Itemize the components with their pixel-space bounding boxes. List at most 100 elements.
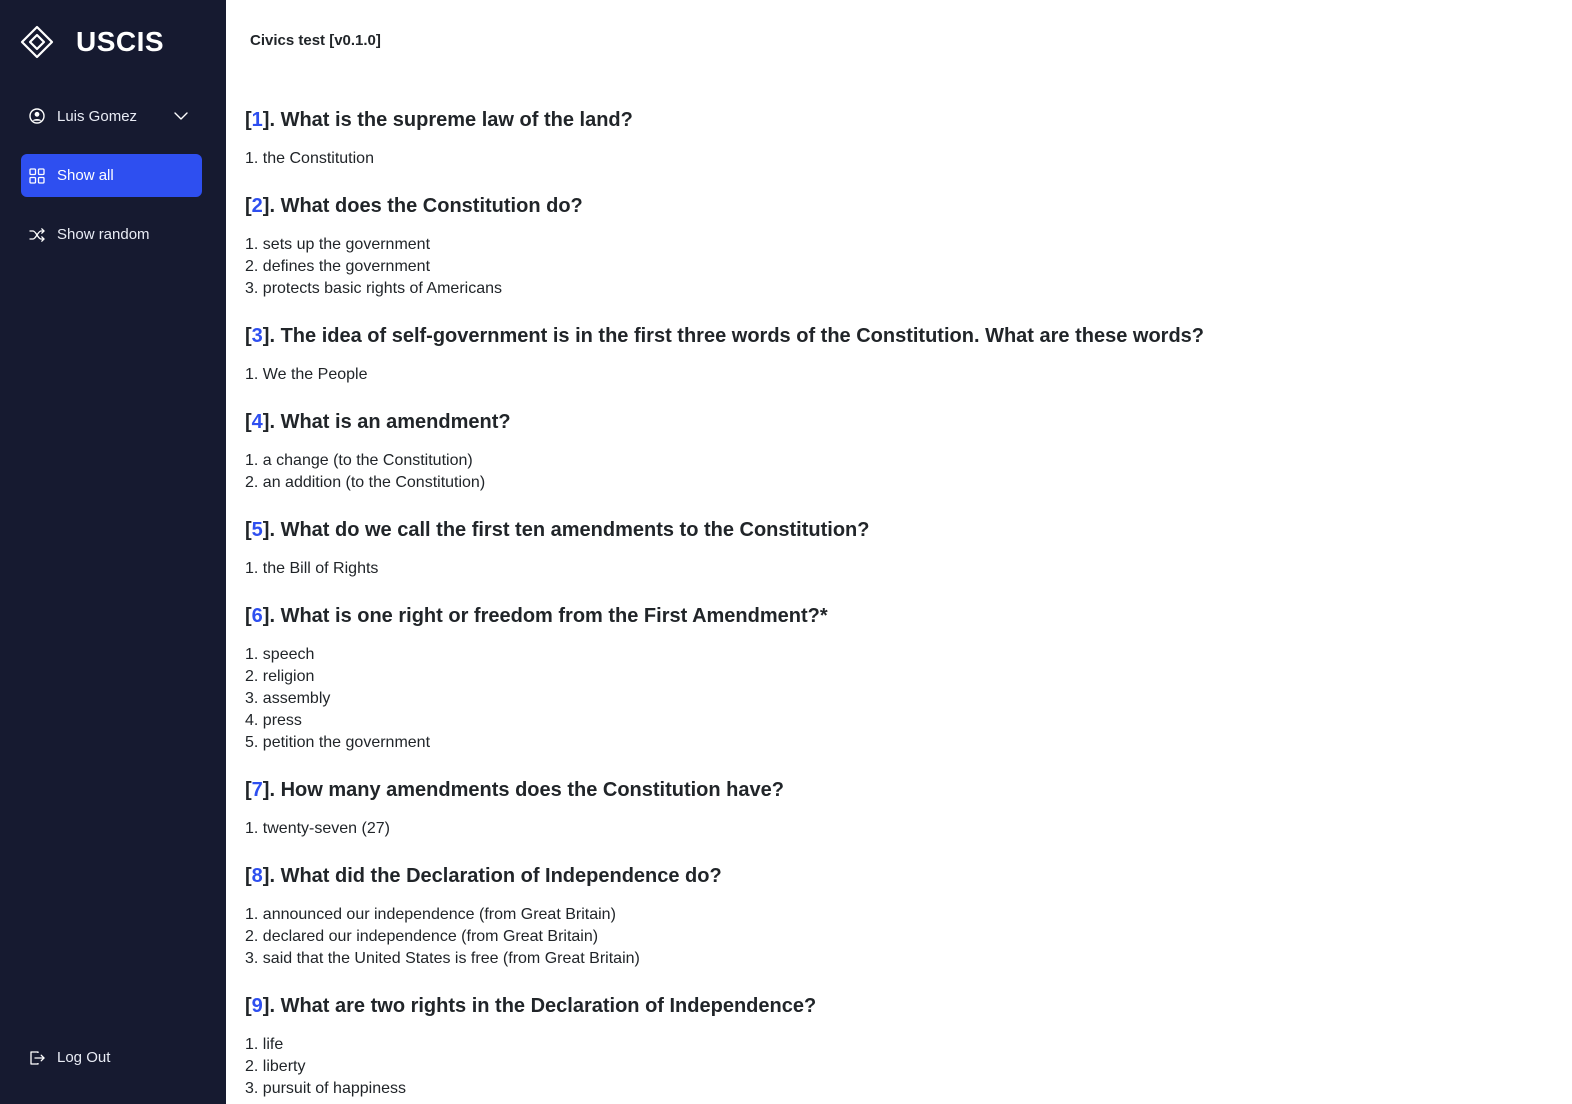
answer-item: 1. life (245, 1036, 284, 1053)
question-text: How many amendments does the Constitutio… (280, 779, 784, 801)
page-title: Civics test [v0.1.0] (250, 32, 381, 49)
question-number-link[interactable]: 9 (252, 995, 263, 1017)
answer-item: 1. We the People (245, 366, 368, 383)
question-number-link[interactable]: 4 (252, 411, 263, 433)
question-item: [5]. What do we call the first ten amend… (245, 518, 1552, 580)
answer-text: We the People (262, 366, 368, 383)
question-text: What is an amendment? (280, 411, 511, 433)
answer-text: defines the government (262, 258, 431, 275)
question-text: The idea of self-government is in the fi… (280, 325, 1205, 347)
questions-list: [1]. What is the supreme law of the land… (245, 84, 1552, 1100)
nav-show-random-label: Show random (57, 226, 150, 243)
question-number-link[interactable]: 3 (252, 325, 263, 347)
answer-text: liberty (262, 1058, 306, 1075)
answer-text: pursuit of happiness (262, 1080, 406, 1097)
answer-text: a change (to the Constitution) (262, 452, 473, 469)
question-number-link[interactable]: 5 (252, 519, 263, 541)
question-item: [4]. What is an amendment? 1. a change (t… (245, 410, 1552, 494)
answer-item: 2. defines the government (245, 258, 431, 275)
answer-item: 1. the Constitution (245, 150, 374, 167)
question-number-link[interactable]: 1 (252, 109, 263, 131)
answer-item: 3. protects basic rights of Americans (245, 280, 503, 297)
answer-text: life (262, 1036, 284, 1053)
answer-item: 5. petition the government (245, 734, 431, 751)
question-heading: [9]. What are two rights in the Declarat… (245, 995, 817, 1017)
answer-list: 1. the Constitution (245, 148, 1552, 170)
question-heading: [5]. What do we call the first ten amend… (245, 519, 870, 541)
answer-item: 4. press (245, 712, 302, 729)
nav-show-all[interactable]: Show all (21, 154, 202, 197)
question-item: [9]. What are two rights in the Declarat… (245, 994, 1552, 1100)
question-text: What is one right or freedom from the Fi… (280, 605, 828, 627)
answer-list: 1. a change (to the Constitution) 2. an a… (245, 450, 1552, 494)
question-item: [7]. How many amendments does the Consti… (245, 778, 1552, 840)
answer-item: 2. an addition (to the Constitution) (245, 474, 486, 491)
answer-text: announced our independence (from Great B… (262, 906, 616, 923)
answer-text: twenty-seven (27) (262, 820, 390, 837)
header: Civics test [v0.1.0] (226, 0, 1572, 84)
logout-label: Log Out (57, 1049, 111, 1066)
question-heading: [2]. What does the Constitution do? (245, 195, 583, 217)
logout-button[interactable]: Log Out (21, 1036, 202, 1079)
question-heading: [1]. What is the supreme law of the land… (245, 109, 633, 131)
answer-item: 1. twenty-seven (27) (245, 820, 390, 837)
user-name: Luis Gomez (57, 107, 138, 125)
diamond-logo-icon (20, 25, 54, 59)
question-item: [6]. What is one right or freedom from t… (245, 604, 1552, 754)
answer-text: press (262, 712, 302, 729)
question-item: [8]. What did the Declaration of Indepen… (245, 864, 1552, 970)
question-text: What did the Declaration of Independence… (280, 865, 722, 887)
question-item: [3]. The idea of self-government is in t… (245, 324, 1552, 386)
answer-item: 2. liberty (245, 1058, 306, 1075)
answer-item: 2. declared our independence (from Great… (245, 928, 599, 945)
answer-item: 3. said that the United States is free (… (245, 950, 640, 967)
answer-text: petition the government (262, 734, 431, 751)
sidebar: USCIS Luis Gomez Show all Show random Lo… (0, 0, 226, 1104)
answer-text: declared our independence (from Great Br… (262, 928, 599, 945)
nav-show-random[interactable]: Show random (21, 213, 202, 256)
answer-item: 1. speech (245, 646, 315, 663)
answer-text: the Constitution (262, 150, 374, 167)
answer-text: assembly (262, 690, 331, 707)
shuffle-icon (29, 227, 45, 242)
question-number-link[interactable]: 8 (252, 865, 263, 887)
answer-item: 1. a change (to the Constitution) (245, 452, 473, 469)
question-text: What does the Constitution do? (280, 195, 583, 217)
answer-list: 1. sets up the government 2. defines the … (245, 234, 1552, 300)
answer-item: 1. the Bill of Rights (245, 560, 379, 577)
question-number-link[interactable]: 6 (252, 605, 263, 627)
answer-text: sets up the government (262, 236, 431, 253)
answer-item: 3. pursuit of happiness (245, 1080, 406, 1097)
answer-list: 1. the Bill of Rights (245, 558, 1552, 580)
answer-item: 1. announced our independence (from Grea… (245, 906, 616, 923)
answer-item: 3. assembly (245, 690, 331, 707)
question-text: What do we call the first ten amendments… (280, 519, 870, 541)
grid-icon (29, 167, 45, 184)
answer-list: 1. speech 2. religion 3. assembly 4. press 5… (245, 644, 1552, 754)
question-item: [2]. What does the Constitution do? 1. se… (245, 194, 1552, 300)
answer-text: the Bill of Rights (262, 560, 379, 577)
user-menu[interactable]: Luis Gomez (21, 96, 201, 136)
answer-text: protects basic rights of Americans (262, 280, 503, 297)
chevron-down-icon (174, 112, 188, 120)
user-circle-icon (29, 108, 45, 124)
answer-list: 1. We the People (245, 364, 1552, 386)
question-heading: [8]. What did the Declaration of Indepen… (245, 865, 722, 887)
question-number-link[interactable]: 2 (252, 195, 263, 217)
answer-item: 2. religion (245, 668, 315, 685)
answer-item: 1. sets up the government (245, 236, 431, 253)
question-item: [1]. What is the supreme law of the land… (245, 108, 1552, 170)
question-number-link[interactable]: 7 (252, 779, 263, 801)
answer-text: speech (262, 646, 315, 663)
question-heading: [4]. What is an amendment? (245, 411, 511, 433)
answer-list: 1. announced our independence (from Grea… (245, 904, 1552, 970)
logout-icon (30, 1050, 45, 1065)
answer-list: 1. life 2. liberty 3. pursuit of happiness (245, 1034, 1552, 1100)
brand[interactable]: USCIS (20, 24, 164, 60)
question-text: What are two rights in the Declaration o… (280, 995, 817, 1017)
nav-show-all-label: Show all (57, 167, 114, 184)
answer-text: an addition (to the Constitution) (262, 474, 486, 491)
question-text: What is the supreme law of the land? (280, 109, 633, 131)
brand-name: USCIS (76, 26, 165, 57)
answer-text: religion (262, 668, 315, 685)
